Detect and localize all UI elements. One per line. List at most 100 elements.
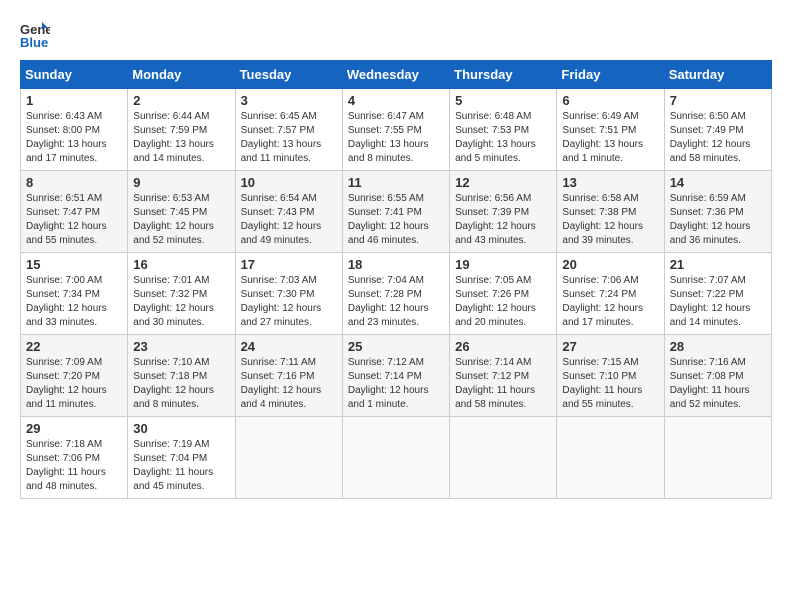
day-number: 14 [670,175,766,190]
day-number: 6 [562,93,658,108]
day-info: Sunrise: 7:00 AM Sunset: 7:34 PM Dayligh… [26,274,122,330]
day-number: 26 [455,339,551,354]
calendar-cell [557,417,664,499]
day-number: 21 [670,257,766,272]
calendar-cell: 12Sunrise: 6:56 AM Sunset: 7:39 PM Dayli… [450,171,557,253]
calendar-cell: 24 Sunrise: 7:11 AM Sunset: 7:16 PM Dayli… [235,335,342,417]
week-row-1: 1 Sunrise: 6:43 AM Sunset: 8:00 PM Daylig… [21,89,772,171]
calendar-cell [342,417,449,499]
day-info: Sunrise: 7:16 AM Sunset: 7:08 PM Dayligh… [670,356,766,412]
page-header: General Blue [20,20,772,50]
day-number: 16 [133,257,229,272]
day-info: Sunrise: 6:54 AM Sunset: 7:43 PM Dayligh… [241,192,337,248]
calendar-cell: 20 Sunrise: 7:06 AM Sunset: 7:24 PM Dayli… [557,253,664,335]
day-number: 13 [562,175,658,190]
day-number: 30 [133,421,229,436]
calendar-cell: 3 Sunrise: 6:45 AM Sunset: 7:57 PM Daylig… [235,89,342,171]
day-number: 18 [348,257,444,272]
day-info: Sunrise: 6:44 AM Sunset: 7:59 PM Dayligh… [133,110,229,166]
day-info: Sunrise: 7:06 AM Sunset: 7:24 PM Dayligh… [562,274,658,330]
day-info: Sunrise: 7:05 AM Sunset: 7:26 PM Dayligh… [455,274,551,330]
day-number: 5 [455,93,551,108]
day-number: 22 [26,339,122,354]
col-tuesday: Tuesday [235,61,342,89]
calendar-cell: 18 Sunrise: 7:04 AM Sunset: 7:28 PM Dayli… [342,253,449,335]
week-row-5: 29Sunrise: 7:18 AM Sunset: 7:06 PM Dayli… [21,417,772,499]
calendar-cell: 25Sunrise: 7:12 AM Sunset: 7:14 PM Dayli… [342,335,449,417]
week-row-3: 15 Sunrise: 7:00 AM Sunset: 7:34 PM Dayli… [21,253,772,335]
logo: General Blue [20,20,50,50]
calendar-cell [664,417,771,499]
day-info: Sunrise: 7:18 AM Sunset: 7:06 PM Dayligh… [26,438,122,494]
day-number: 9 [133,175,229,190]
col-monday: Monday [128,61,235,89]
calendar-cell: 29Sunrise: 7:18 AM Sunset: 7:06 PM Dayli… [21,417,128,499]
day-info: Sunrise: 6:51 AM Sunset: 7:47 PM Dayligh… [26,192,122,248]
day-number: 7 [670,93,766,108]
day-info: Sunrise: 7:12 AM Sunset: 7:14 PM Dayligh… [348,356,444,412]
col-saturday: Saturday [664,61,771,89]
day-number: 8 [26,175,122,190]
day-info: Sunrise: 6:49 AM Sunset: 7:51 PM Dayligh… [562,110,658,166]
day-info: Sunrise: 7:09 AM Sunset: 7:20 PM Dayligh… [26,356,122,412]
day-number: 20 [562,257,658,272]
day-info: Sunrise: 7:01 AM Sunset: 7:32 PM Dayligh… [133,274,229,330]
day-info: Sunrise: 7:11 AM Sunset: 7:16 PM Dayligh… [241,356,337,412]
day-number: 15 [26,257,122,272]
calendar-cell: 26 Sunrise: 7:14 AM Sunset: 7:12 PM Dayli… [450,335,557,417]
calendar-table: Sunday Monday Tuesday Wednesday Thursday… [20,60,772,499]
day-number: 1 [26,93,122,108]
day-number: 2 [133,93,229,108]
col-thursday: Thursday [450,61,557,89]
calendar-cell: 11 Sunrise: 6:55 AM Sunset: 7:41 PM Dayli… [342,171,449,253]
week-row-2: 8 Sunrise: 6:51 AM Sunset: 7:47 PM Daylig… [21,171,772,253]
day-info: Sunrise: 7:03 AM Sunset: 7:30 PM Dayligh… [241,274,337,330]
calendar-cell: 2 Sunrise: 6:44 AM Sunset: 7:59 PM Daylig… [128,89,235,171]
calendar-cell: 19 Sunrise: 7:05 AM Sunset: 7:26 PM Dayli… [450,253,557,335]
calendar-cell [450,417,557,499]
day-info: Sunrise: 6:47 AM Sunset: 7:55 PM Dayligh… [348,110,444,166]
calendar-cell [235,417,342,499]
day-info: Sunrise: 6:53 AM Sunset: 7:45 PM Dayligh… [133,192,229,248]
day-info: Sunrise: 7:14 AM Sunset: 7:12 PM Dayligh… [455,356,551,412]
calendar-cell: 23 Sunrise: 7:10 AM Sunset: 7:18 PM Dayli… [128,335,235,417]
calendar-cell: 9 Sunrise: 6:53 AM Sunset: 7:45 PM Daylig… [128,171,235,253]
calendar-cell: 7 Sunrise: 6:50 AM Sunset: 7:49 PM Daylig… [664,89,771,171]
day-info: Sunrise: 6:58 AM Sunset: 7:38 PM Dayligh… [562,192,658,248]
calendar-cell: 27 Sunrise: 7:15 AM Sunset: 7:10 PM Dayli… [557,335,664,417]
day-info: Sunrise: 7:10 AM Sunset: 7:18 PM Dayligh… [133,356,229,412]
col-sunday: Sunday [21,61,128,89]
calendar-cell: 10 Sunrise: 6:54 AM Sunset: 7:43 PM Dayli… [235,171,342,253]
day-info: Sunrise: 6:59 AM Sunset: 7:36 PM Dayligh… [670,192,766,248]
day-info: Sunrise: 6:45 AM Sunset: 7:57 PM Dayligh… [241,110,337,166]
day-number: 3 [241,93,337,108]
day-number: 23 [133,339,229,354]
calendar-cell: 4 Sunrise: 6:47 AM Sunset: 7:55 PM Daylig… [342,89,449,171]
day-number: 17 [241,257,337,272]
day-info: Sunrise: 7:15 AM Sunset: 7:10 PM Dayligh… [562,356,658,412]
svg-text:Blue: Blue [20,35,48,50]
calendar-cell: 22 Sunrise: 7:09 AM Sunset: 7:20 PM Dayli… [21,335,128,417]
calendar-cell: 1 Sunrise: 6:43 AM Sunset: 8:00 PM Daylig… [21,89,128,171]
day-number: 10 [241,175,337,190]
calendar-cell: 16 Sunrise: 7:01 AM Sunset: 7:32 PM Dayli… [128,253,235,335]
day-number: 11 [348,175,444,190]
header-row: Sunday Monday Tuesday Wednesday Thursday… [21,61,772,89]
day-info: Sunrise: 7:07 AM Sunset: 7:22 PM Dayligh… [670,274,766,330]
day-number: 24 [241,339,337,354]
day-number: 4 [348,93,444,108]
col-wednesday: Wednesday [342,61,449,89]
day-number: 27 [562,339,658,354]
day-number: 19 [455,257,551,272]
calendar-cell: 21 Sunrise: 7:07 AM Sunset: 7:22 PM Dayli… [664,253,771,335]
calendar-body: 1 Sunrise: 6:43 AM Sunset: 8:00 PM Daylig… [21,89,772,499]
day-info: Sunrise: 7:04 AM Sunset: 7:28 PM Dayligh… [348,274,444,330]
calendar-cell: 13 Sunrise: 6:58 AM Sunset: 7:38 PM Dayli… [557,171,664,253]
day-info: Sunrise: 6:50 AM Sunset: 7:49 PM Dayligh… [670,110,766,166]
day-info: Sunrise: 6:48 AM Sunset: 7:53 PM Dayligh… [455,110,551,166]
day-number: 12 [455,175,551,190]
day-info: Sunrise: 6:43 AM Sunset: 8:00 PM Dayligh… [26,110,122,166]
logo-icon: General Blue [20,20,50,50]
calendar-cell: 14 Sunrise: 6:59 AM Sunset: 7:36 PM Dayli… [664,171,771,253]
day-info: Sunrise: 6:55 AM Sunset: 7:41 PM Dayligh… [348,192,444,248]
